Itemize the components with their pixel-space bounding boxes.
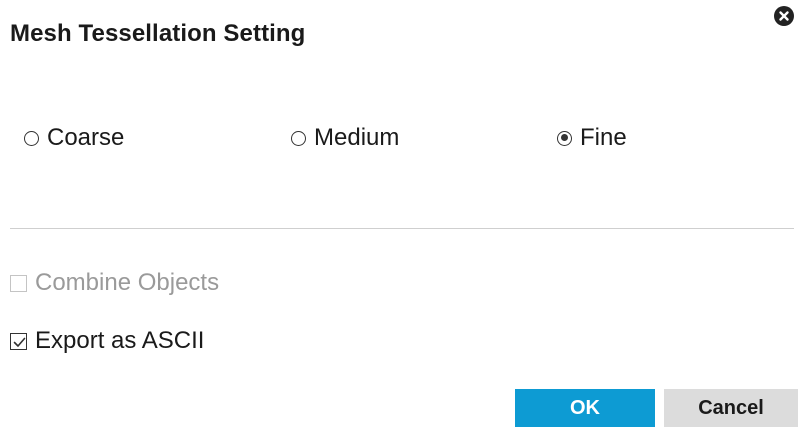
export-ascii-checkbox[interactable]: Export as ASCII xyxy=(10,324,204,358)
radio-fine[interactable]: Fine xyxy=(557,118,627,158)
radio-circle-icon[interactable] xyxy=(291,130,306,146)
checkbox-unchecked-icon xyxy=(10,274,27,292)
radio-fine-label: Fine xyxy=(580,124,627,151)
radio-circle-icon[interactable] xyxy=(24,130,39,146)
combine-objects-checkbox: Combine Objects xyxy=(10,266,219,300)
export-ascii-label: Export as ASCII xyxy=(35,327,205,354)
dialog-title: Mesh Tessellation Setting xyxy=(10,20,306,47)
checkbox-checked-icon[interactable] xyxy=(10,332,27,350)
close-icon xyxy=(779,11,789,21)
radio-checked-icon[interactable] xyxy=(557,130,572,146)
mesh-tessellation-dialog: Mesh Tessellation Setting Coarse Medium … xyxy=(0,0,798,427)
radio-coarse-label: Coarse xyxy=(47,124,125,151)
divider xyxy=(10,228,794,229)
radio-medium-label: Medium xyxy=(314,124,400,151)
cancel-button[interactable]: Cancel xyxy=(664,389,798,427)
radio-coarse[interactable]: Coarse xyxy=(24,118,124,158)
tessellation-quality-group: Coarse Medium Fine xyxy=(0,118,798,158)
radio-medium[interactable]: Medium xyxy=(291,118,399,158)
ok-button[interactable]: OK xyxy=(515,389,655,427)
close-button[interactable] xyxy=(774,6,794,26)
combine-objects-label: Combine Objects xyxy=(35,269,220,296)
checkmark-icon xyxy=(13,337,26,347)
